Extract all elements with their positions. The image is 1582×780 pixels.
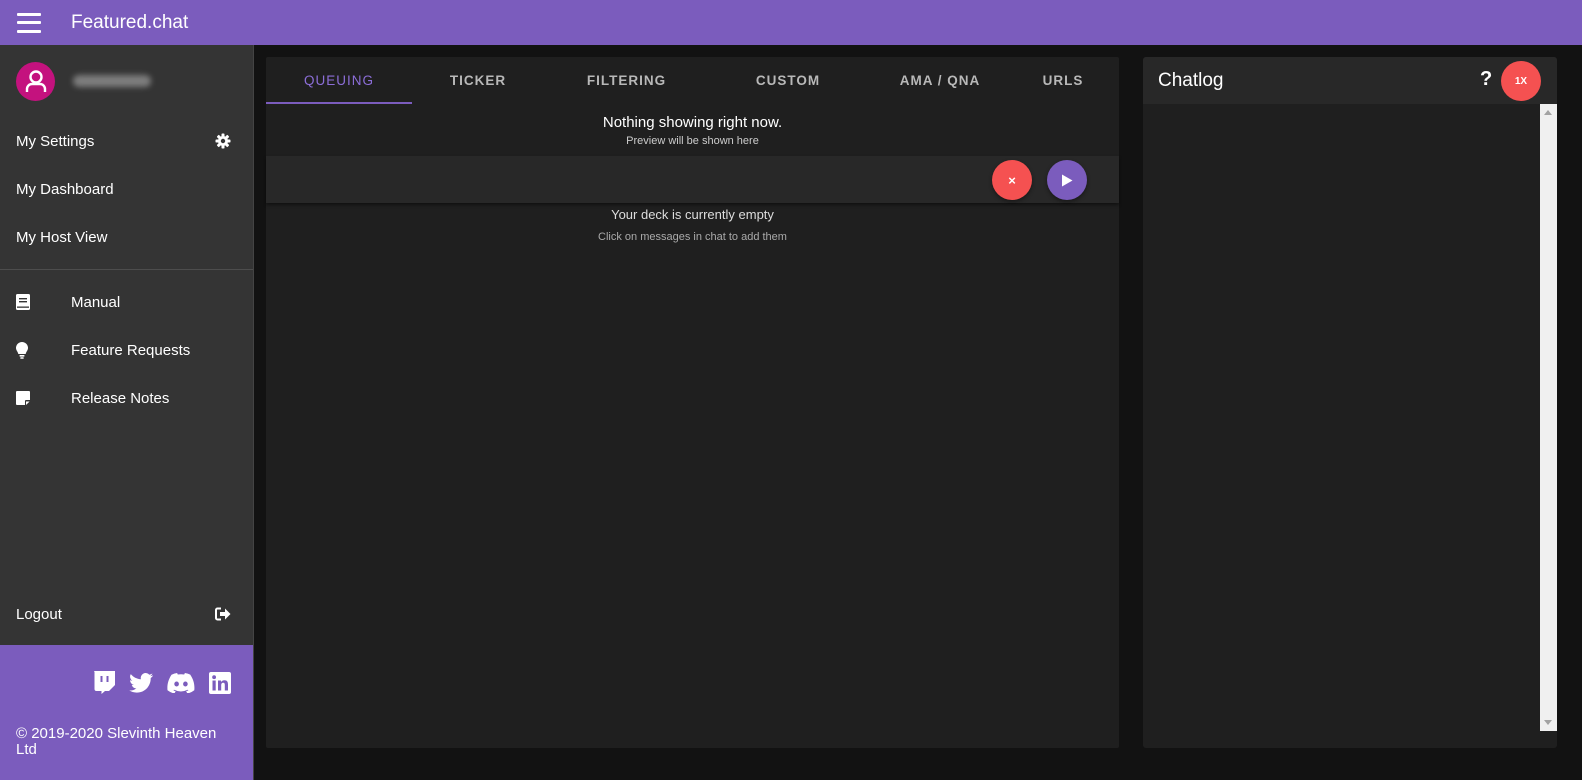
help-icon[interactable]: ?: [1480, 68, 1492, 91]
top-app-bar: Featured.chat: [0, 0, 1582, 45]
scroll-down-icon[interactable]: [1544, 720, 1552, 725]
sidebar-item-my-settings[interactable]: My Settings: [0, 117, 253, 165]
speed-button[interactable]: 1X: [1501, 61, 1541, 101]
sidebar-item-feature-requests[interactable]: Feature Requests: [0, 326, 253, 374]
sidebar-item-manual[interactable]: Manual: [0, 278, 253, 326]
scroll-up-icon[interactable]: [1544, 110, 1552, 115]
chatlog-panel: Chatlog ? 1X: [1143, 57, 1557, 748]
queue-control-bar: ×: [266, 156, 1119, 203]
sidebar-item-label: My Host View: [16, 228, 108, 246]
sidebar-footer: © 2019-2020 Slevinth Heaven Ltd: [0, 645, 253, 780]
linkedin-link[interactable]: [209, 671, 231, 694]
active-tab-indicator: [266, 102, 412, 104]
close-icon: ×: [1008, 172, 1016, 188]
sign-out-icon: [215, 607, 231, 621]
linkedin-icon: [209, 671, 231, 694]
app-title: Featured.chat: [71, 11, 189, 33]
tab-queuing[interactable]: QUEUING: [266, 57, 412, 104]
preview-title: Nothing showing right now.: [602, 114, 783, 131]
tab-ama-qna[interactable]: AMA / QNA: [867, 57, 1013, 104]
twitter-link[interactable]: [129, 672, 153, 693]
sidebar-divider: [0, 269, 253, 270]
main-panel: QUEUING TICKER FILTERING CUSTOM AMA / QN…: [266, 57, 1119, 748]
play-button[interactable]: [1047, 160, 1087, 200]
tab-custom[interactable]: CUSTOM: [709, 57, 867, 104]
deck-empty-title: Your deck is currently empty: [611, 207, 774, 222]
twitter-icon: [129, 672, 153, 693]
logout-label: Logout: [16, 605, 62, 623]
twitch-link[interactable]: [93, 671, 115, 694]
tab-bar: QUEUING TICKER FILTERING CUSTOM AMA / QN…: [266, 57, 1119, 104]
discord-link[interactable]: [167, 672, 195, 693]
sidebar-item-label: Manual: [71, 293, 121, 311]
copyright-text: © 2019-2020 Slevinth Heaven Ltd: [16, 725, 217, 758]
tab-filtering[interactable]: FILTERING: [544, 57, 709, 104]
logout-button[interactable]: Logout: [0, 590, 253, 638]
sidebar-item-label: My Dashboard: [16, 180, 114, 198]
lightbulb-icon: [16, 341, 28, 359]
user-profile[interactable]: [0, 45, 253, 117]
social-links: [93, 671, 231, 694]
sidebar-item-release-notes[interactable]: Release Notes: [0, 374, 253, 422]
sidebar-item-label: Release Notes: [71, 389, 170, 407]
sidebar: My Settings My Dashboard My Host View Ma…: [0, 45, 254, 780]
clear-button[interactable]: ×: [992, 160, 1032, 200]
sidebar-item-my-dashboard[interactable]: My Dashboard: [0, 165, 253, 213]
play-icon: [1062, 174, 1073, 186]
sidebar-item-my-host-view[interactable]: My Host View: [0, 213, 253, 261]
deck-empty-subtitle: Click on messages in chat to add them: [598, 231, 787, 243]
preview-subtitle: Preview will be shown here: [626, 135, 759, 147]
discord-icon: [167, 672, 195, 693]
username-blurred: [73, 75, 151, 87]
menu-icon[interactable]: [17, 12, 41, 33]
chatlog-header: Chatlog ? 1X: [1143, 57, 1557, 104]
sidebar-item-label: My Settings: [16, 132, 95, 150]
book-icon: [16, 294, 30, 310]
user-icon: [25, 70, 46, 92]
chatlog-title: Chatlog: [1158, 69, 1224, 91]
sidebar-item-label: Feature Requests: [71, 341, 191, 359]
twitch-icon: [94, 671, 115, 694]
tab-urls[interactable]: URLS: [1013, 57, 1113, 104]
avatar: [16, 61, 55, 101]
chatlog-scrollbar[interactable]: [1540, 104, 1557, 731]
gear-icon: [215, 133, 231, 149]
tab-ticker[interactable]: TICKER: [412, 57, 544, 104]
sticky-note-icon: [16, 391, 30, 405]
